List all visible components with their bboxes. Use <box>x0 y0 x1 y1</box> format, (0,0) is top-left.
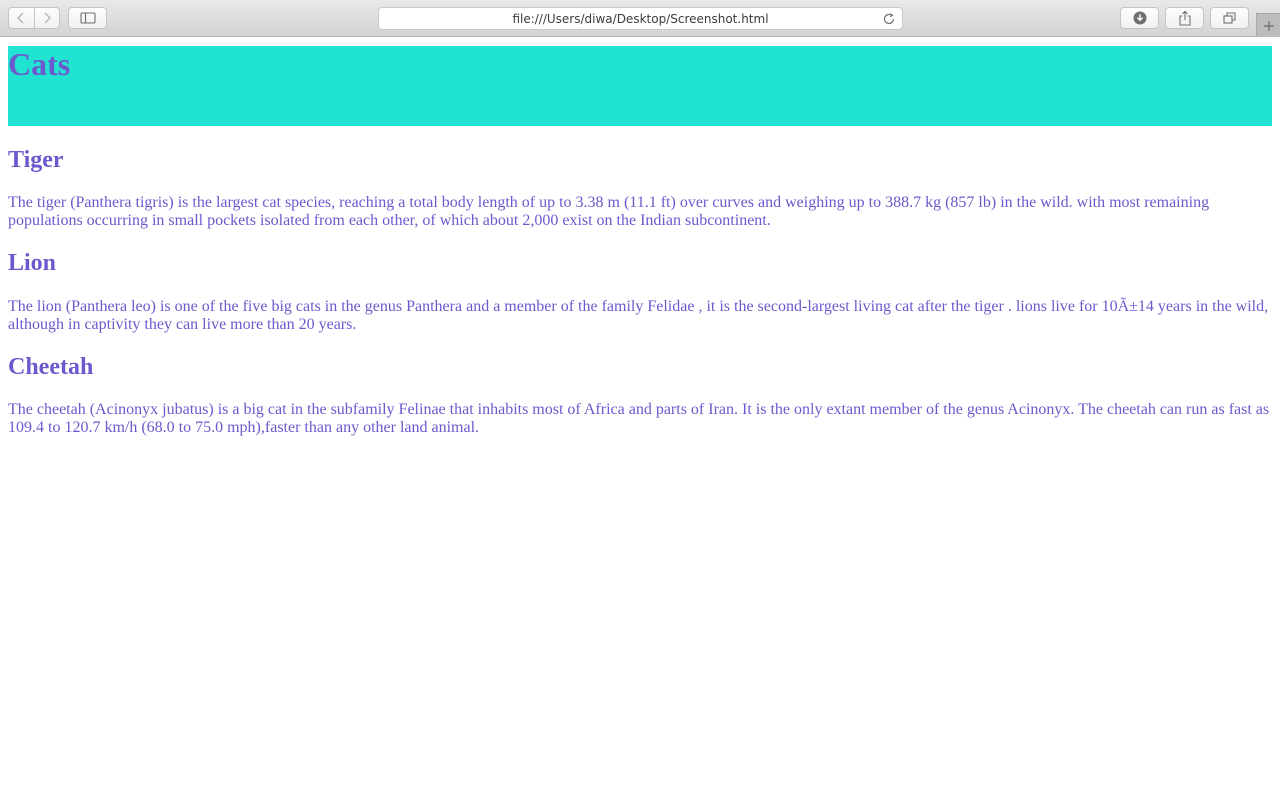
browser-toolbar: file:///Users/diwa/Desktop/Screenshot.ht… <box>0 0 1280 37</box>
header-banner: Cats <box>8 46 1272 126</box>
section-paragraph: The lion (Panthera leo) is one of the fi… <box>8 298 1269 333</box>
new-tab-button[interactable] <box>1256 13 1280 37</box>
forward-button[interactable] <box>33 8 60 28</box>
tab-overview-button[interactable] <box>1210 7 1249 29</box>
sidebar-button[interactable] <box>68 7 107 29</box>
download-icon <box>1133 11 1146 25</box>
share-icon <box>1178 10 1191 26</box>
page-content: Cats Tiger The tiger (Panthera tigris) i… <box>0 38 1280 800</box>
back-button[interactable] <box>9 8 34 28</box>
share-button[interactable] <box>1165 7 1204 29</box>
sidebar-icon <box>79 12 96 24</box>
downloads-button[interactable] <box>1120 7 1159 29</box>
section-heading: Cheetah <box>8 354 94 380</box>
tabs-icon <box>1222 12 1236 24</box>
section-heading: Tiger <box>8 147 64 173</box>
chevron-right-icon <box>44 12 51 24</box>
reload-icon[interactable] <box>882 12 896 26</box>
section-paragraph: The tiger (Panthera tigris) is the large… <box>8 194 1210 229</box>
address-bar[interactable]: file:///Users/diwa/Desktop/Screenshot.ht… <box>378 7 903 30</box>
navigation-buttons <box>8 7 60 29</box>
plus-icon <box>1263 20 1274 31</box>
url-text: file:///Users/diwa/Desktop/Screenshot.ht… <box>512 11 769 26</box>
section-paragraph: The cheetah (Acinonyx jubatus) is a big … <box>8 401 1270 436</box>
section-heading: Lion <box>8 250 57 276</box>
chevron-left-icon <box>17 12 24 24</box>
page-title: Cats <box>8 46 71 82</box>
